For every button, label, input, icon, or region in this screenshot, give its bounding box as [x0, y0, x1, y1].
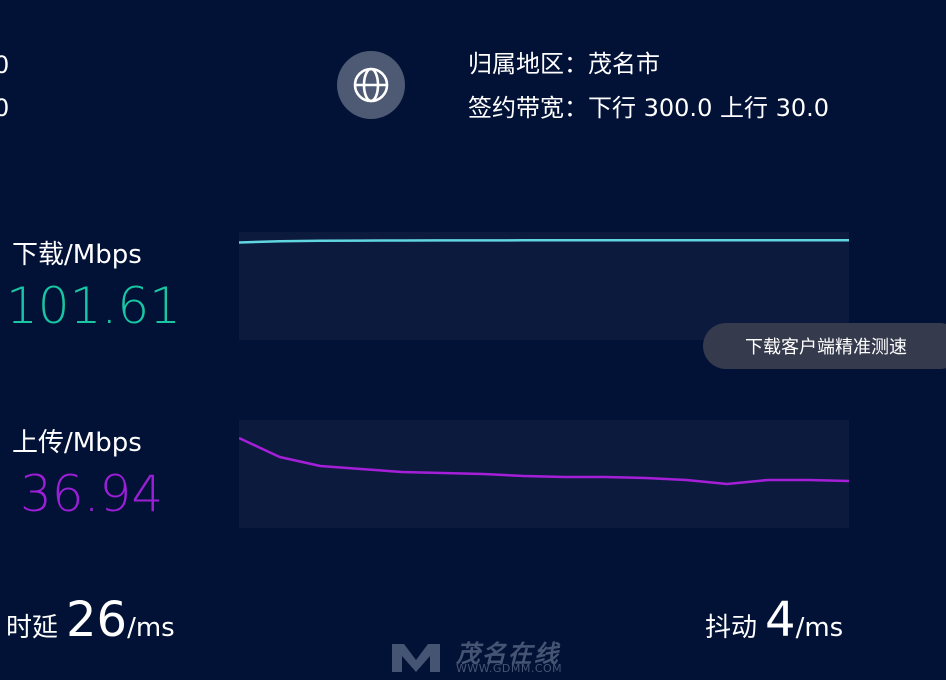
upload-label: 上传/Mbps	[12, 428, 142, 458]
location-label: 归属地区：	[468, 50, 588, 78]
bandwidth-line: 签约带宽：下行 300.0 上行 30.0	[468, 93, 829, 123]
upload-series-line	[239, 436, 849, 486]
latency-unit: /ms	[127, 613, 175, 643]
watermark: 茂名在线 WWW.GDMM.COM	[378, 634, 578, 678]
globe-button[interactable]	[337, 51, 405, 119]
bandwidth-label: 签约带宽：	[468, 94, 588, 122]
upload-value: 36.94	[20, 465, 164, 523]
watermark-logo-icon	[392, 644, 440, 672]
latency-value: 26	[66, 592, 128, 648]
edge-digit-bottom: 0	[0, 94, 10, 122]
location-value: 茂名市	[588, 50, 660, 78]
location-line: 归属地区：茂名市	[468, 49, 660, 79]
edge-digit-top: 0	[0, 51, 10, 79]
latency-label: 时延	[6, 613, 59, 643]
download-value: 101.61	[6, 277, 181, 335]
download-label: 下载/Mbps	[12, 240, 142, 270]
jitter-value: 4	[765, 592, 796, 648]
bandwidth-value: 下行 300.0 上行 30.0	[588, 94, 830, 122]
watermark-url: WWW.GDMM.COM	[456, 662, 563, 675]
jitter-stat: 抖动 4 /ms	[705, 592, 843, 648]
download-client-button[interactable]: 下载客户端精准测速	[703, 323, 946, 369]
latency-stat: 时延 26 /ms	[6, 592, 175, 648]
download-client-label: 下载客户端精准测速	[745, 337, 907, 358]
globe-icon	[353, 67, 389, 103]
upload-chart	[239, 420, 849, 528]
download-series-line	[239, 238, 849, 244]
upload-chart-svg	[239, 436, 849, 486]
jitter-unit: /ms	[795, 613, 844, 643]
jitter-label: 抖动	[705, 613, 758, 643]
